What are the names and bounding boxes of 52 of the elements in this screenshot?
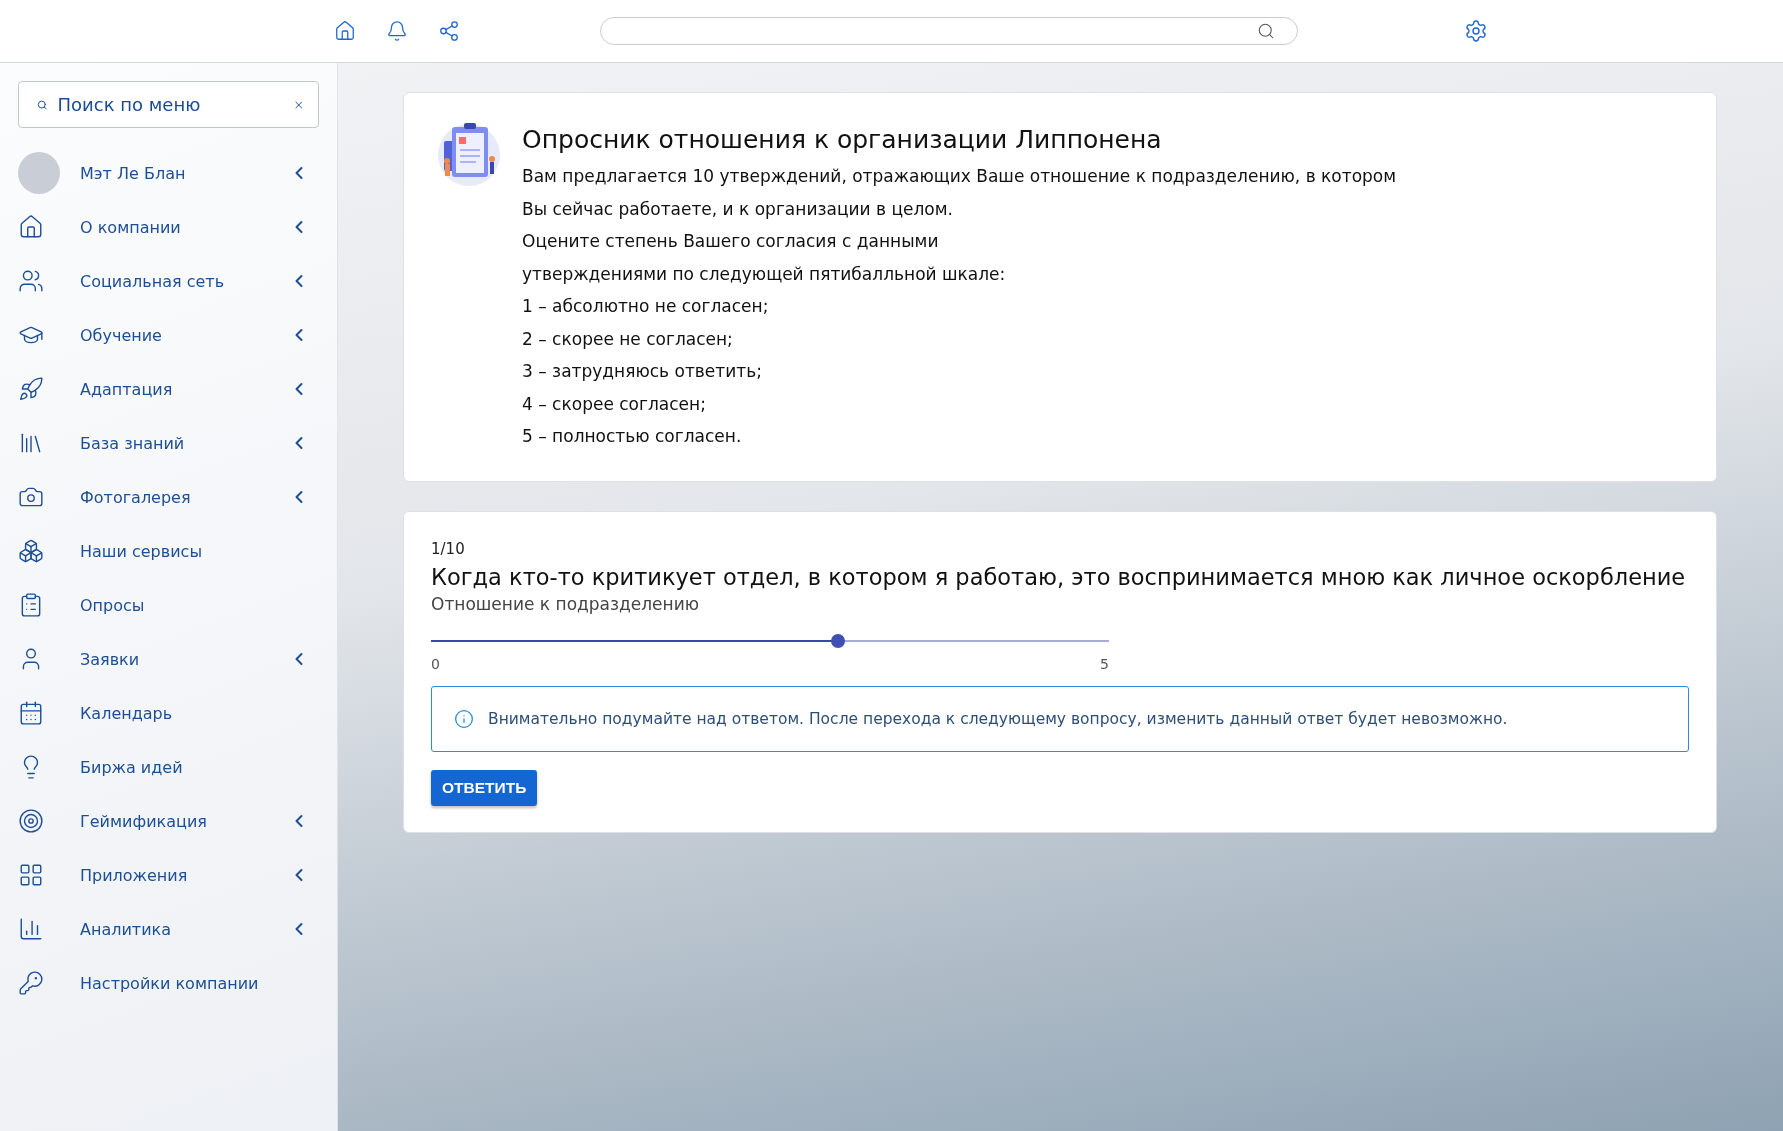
slider-min-label: 0 — [431, 655, 440, 672]
menu-item[interactable]: Адаптация — [18, 362, 319, 416]
calendar-icon — [18, 700, 44, 726]
menu-item[interactable]: Календарь — [18, 686, 319, 740]
menu-item[interactable]: Настройки компании — [18, 956, 319, 1010]
menu-search-input[interactable]: Поиск по меню — [55, 93, 285, 116]
notifications-button[interactable] — [386, 20, 408, 42]
search-icon — [1257, 22, 1275, 40]
slider-max-label: 5 — [1100, 655, 1109, 672]
description-line: Вы сейчас работаете, и к организации в целом. — [522, 197, 954, 221]
survey-title: Опросник отношения к организации Липпонена — [522, 125, 1163, 154]
menu-item[interactable]: Заявки — [18, 632, 319, 686]
boxes-icon — [18, 538, 44, 564]
description-line: 1 – абсолютно не согласен; — [522, 295, 770, 318]
menu-item[interactable]: Социальная сеть — [18, 254, 319, 308]
description-line: 2 – скорее не согласен; — [522, 327, 734, 351]
menu-search-field[interactable]: Поиск по меню — [18, 81, 319, 128]
home-button[interactable] — [334, 20, 356, 42]
network-button[interactable] — [438, 20, 460, 42]
menu-item[interactable]: Опросы — [18, 578, 319, 632]
description-line: 5 – полностью согласен. — [522, 425, 743, 448]
menu-item[interactable]: Фотогалерея — [18, 470, 319, 524]
question-category: Отношение к подразделению — [431, 593, 701, 614]
settings-button[interactable] — [1464, 19, 1488, 43]
description-line: утверждениями по следующей пятибалльной шкале: — [522, 262, 1007, 286]
rocket-icon — [18, 376, 44, 402]
people-icon — [18, 268, 44, 294]
question-text: Когда кто-то критикует отдел, в котором я работаю, это воспринимается мною как личное оскорбление — [431, 563, 1687, 590]
avatar — [18, 152, 60, 194]
description-line: 4 – скорее согласен; — [522, 392, 707, 416]
menu-item[interactable]: Биржа идей — [18, 740, 319, 794]
menu-item[interactable]: Геймификация — [18, 794, 319, 848]
question-counter: 1/10 — [431, 539, 466, 558]
menu-item[interactable]: Аналитика — [18, 902, 319, 956]
menu-item[interactable]: О компании — [18, 200, 319, 254]
slider-thumb[interactable] — [830, 633, 845, 648]
grid-icon — [18, 862, 44, 888]
menu-item[interactable]: База знаний — [18, 416, 319, 470]
menu-item[interactable]: Мэт Ле Блан — [18, 146, 319, 200]
answer-button[interactable]: ОТВЕТИТЬ — [431, 769, 538, 806]
house-icon — [18, 214, 44, 240]
key-icon — [18, 970, 44, 996]
menu-item[interactable]: Приложения — [18, 848, 319, 902]
description-line: 3 – затрудняюсь ответить; — [522, 360, 763, 383]
info-icon — [454, 708, 474, 729]
target-icon — [18, 808, 44, 834]
notice-text: Внимательно подумайте над ответом. После перехода к следующему вопросу, изменить данный ответ будет невозможно. — [488, 709, 1508, 728]
description-line: Вам предлагается 10 утверждений, отражающих Ваше отношение к подразделению, в котором — [522, 165, 1397, 188]
description-line: Оцените степень Вашего согласия с данными — [522, 230, 940, 253]
menu-item[interactable]: Обучение — [18, 308, 319, 362]
bar-chart-icon — [18, 916, 44, 942]
menu-item[interactable]: Наши сервисы — [18, 524, 319, 578]
